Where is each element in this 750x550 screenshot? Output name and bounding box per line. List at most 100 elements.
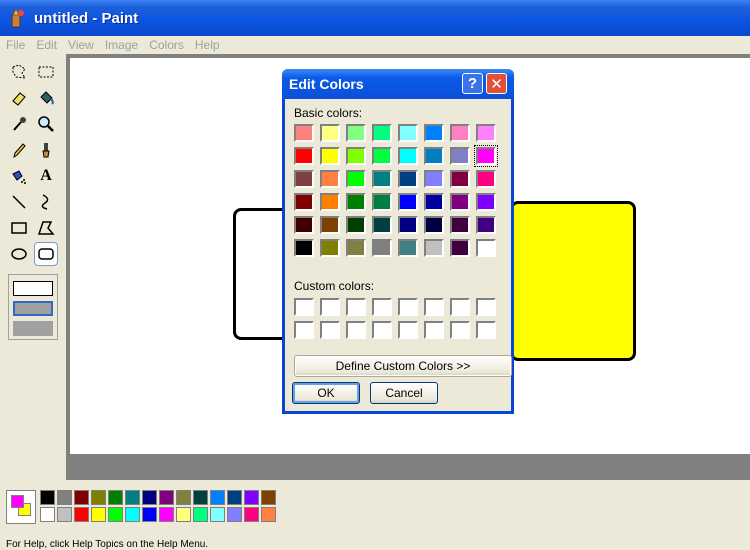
basic-color-cell[interactable] (476, 239, 496, 257)
custom-color-cell[interactable] (294, 321, 314, 339)
basic-color-cell[interactable] (398, 216, 418, 234)
palette-swatch[interactable] (142, 507, 157, 522)
fill-bucket-icon[interactable] (34, 86, 58, 110)
basic-color-cell[interactable] (320, 193, 340, 211)
custom-color-cell[interactable] (398, 321, 418, 339)
palette-swatch[interactable] (244, 507, 259, 522)
palette-swatch[interactable] (176, 490, 191, 505)
basic-color-cell[interactable] (476, 170, 496, 188)
custom-color-cell[interactable] (372, 321, 392, 339)
basic-color-cell[interactable] (346, 170, 366, 188)
polygon-icon[interactable] (34, 216, 58, 240)
palette-swatch[interactable] (261, 490, 276, 505)
custom-color-cell[interactable] (398, 298, 418, 316)
basic-color-cell[interactable] (398, 193, 418, 211)
custom-color-cell[interactable] (476, 321, 496, 339)
palette-swatch[interactable] (244, 490, 259, 505)
basic-color-cell[interactable] (450, 147, 470, 165)
basic-color-cell[interactable] (372, 147, 392, 165)
palette-swatch[interactable] (74, 490, 89, 505)
fill-only-option[interactable] (13, 321, 53, 336)
menu-view[interactable]: View (68, 38, 94, 52)
custom-color-cell[interactable] (320, 298, 340, 316)
palette-swatch[interactable] (57, 490, 72, 505)
basic-color-cell[interactable] (424, 124, 444, 142)
pick-color-icon[interactable] (7, 112, 31, 136)
basic-color-cell[interactable] (294, 193, 314, 211)
basic-color-cell[interactable] (294, 170, 314, 188)
palette-swatch[interactable] (57, 507, 72, 522)
palette-swatch[interactable] (91, 507, 106, 522)
basic-color-cell[interactable] (320, 216, 340, 234)
palette-swatch[interactable] (210, 490, 225, 505)
custom-color-cell[interactable] (424, 298, 444, 316)
ok-button[interactable]: OK (292, 382, 360, 404)
basic-color-cell[interactable] (294, 147, 314, 165)
custom-color-cell[interactable] (320, 321, 340, 339)
basic-color-cell[interactable] (450, 170, 470, 188)
palette-swatch[interactable] (108, 490, 123, 505)
basic-color-cell[interactable] (424, 170, 444, 188)
rectangle-icon[interactable] (7, 216, 31, 240)
palette-swatch[interactable] (125, 490, 140, 505)
basic-color-cell[interactable] (476, 216, 496, 234)
palette-swatch[interactable] (261, 507, 276, 522)
basic-color-cell[interactable] (320, 124, 340, 142)
menu-image[interactable]: Image (105, 38, 138, 52)
menu-colors[interactable]: Colors (149, 38, 184, 52)
select-icon[interactable] (34, 60, 58, 84)
outline-fill-option[interactable] (13, 301, 53, 316)
custom-color-cell[interactable] (346, 321, 366, 339)
palette-swatch[interactable] (74, 507, 89, 522)
ellipse-icon[interactable] (7, 242, 31, 266)
palette-swatch[interactable] (40, 490, 55, 505)
palette-swatch[interactable] (142, 490, 157, 505)
palette-swatch[interactable] (176, 507, 191, 522)
custom-color-cell[interactable] (424, 321, 444, 339)
basic-color-cell[interactable] (398, 124, 418, 142)
basic-color-cell[interactable] (450, 239, 470, 257)
basic-color-cell[interactable] (424, 239, 444, 257)
palette-swatch[interactable] (91, 490, 106, 505)
palette-swatch[interactable] (40, 507, 55, 522)
basic-color-cell[interactable] (320, 147, 340, 165)
basic-color-cell[interactable] (424, 147, 444, 165)
basic-color-cell[interactable] (346, 193, 366, 211)
basic-color-cell[interactable] (398, 239, 418, 257)
basic-color-cell[interactable] (424, 193, 444, 211)
close-button[interactable]: ✕ (486, 73, 507, 94)
brush-icon[interactable] (34, 138, 58, 162)
basic-color-cell[interactable] (398, 170, 418, 188)
line-icon[interactable] (7, 190, 31, 214)
basic-color-cell[interactable] (372, 216, 392, 234)
basic-color-cell[interactable] (476, 193, 496, 211)
basic-color-cell[interactable] (346, 147, 366, 165)
palette-swatch[interactable] (193, 507, 208, 522)
airbrush-icon[interactable] (7, 164, 31, 188)
eraser-icon[interactable] (7, 86, 31, 110)
palette-swatch[interactable] (227, 490, 242, 505)
palette-swatch[interactable] (193, 490, 208, 505)
text-icon[interactable]: A (34, 164, 58, 188)
basic-color-cell[interactable] (372, 170, 392, 188)
magnifier-icon[interactable] (34, 112, 58, 136)
basic-color-cell[interactable] (450, 216, 470, 234)
basic-color-cell[interactable] (372, 193, 392, 211)
curve-icon[interactable] (34, 190, 58, 214)
palette-swatch[interactable] (108, 507, 123, 522)
define-custom-colors-button[interactable]: Define Custom Colors >> (294, 355, 512, 377)
basic-color-cell[interactable] (398, 147, 418, 165)
basic-color-cell[interactable] (372, 239, 392, 257)
custom-color-cell[interactable] (450, 321, 470, 339)
palette-swatch[interactable] (159, 507, 174, 522)
palette-swatch[interactable] (125, 507, 140, 522)
basic-color-cell[interactable] (424, 216, 444, 234)
basic-color-cell[interactable] (450, 193, 470, 211)
custom-color-cell[interactable] (346, 298, 366, 316)
custom-color-cell[interactable] (476, 298, 496, 316)
outline-only-option[interactable] (13, 281, 53, 296)
cancel-button[interactable]: Cancel (370, 382, 438, 404)
custom-color-cell[interactable] (372, 298, 392, 316)
basic-color-cell[interactable] (294, 239, 314, 257)
menu-help[interactable]: Help (195, 38, 220, 52)
